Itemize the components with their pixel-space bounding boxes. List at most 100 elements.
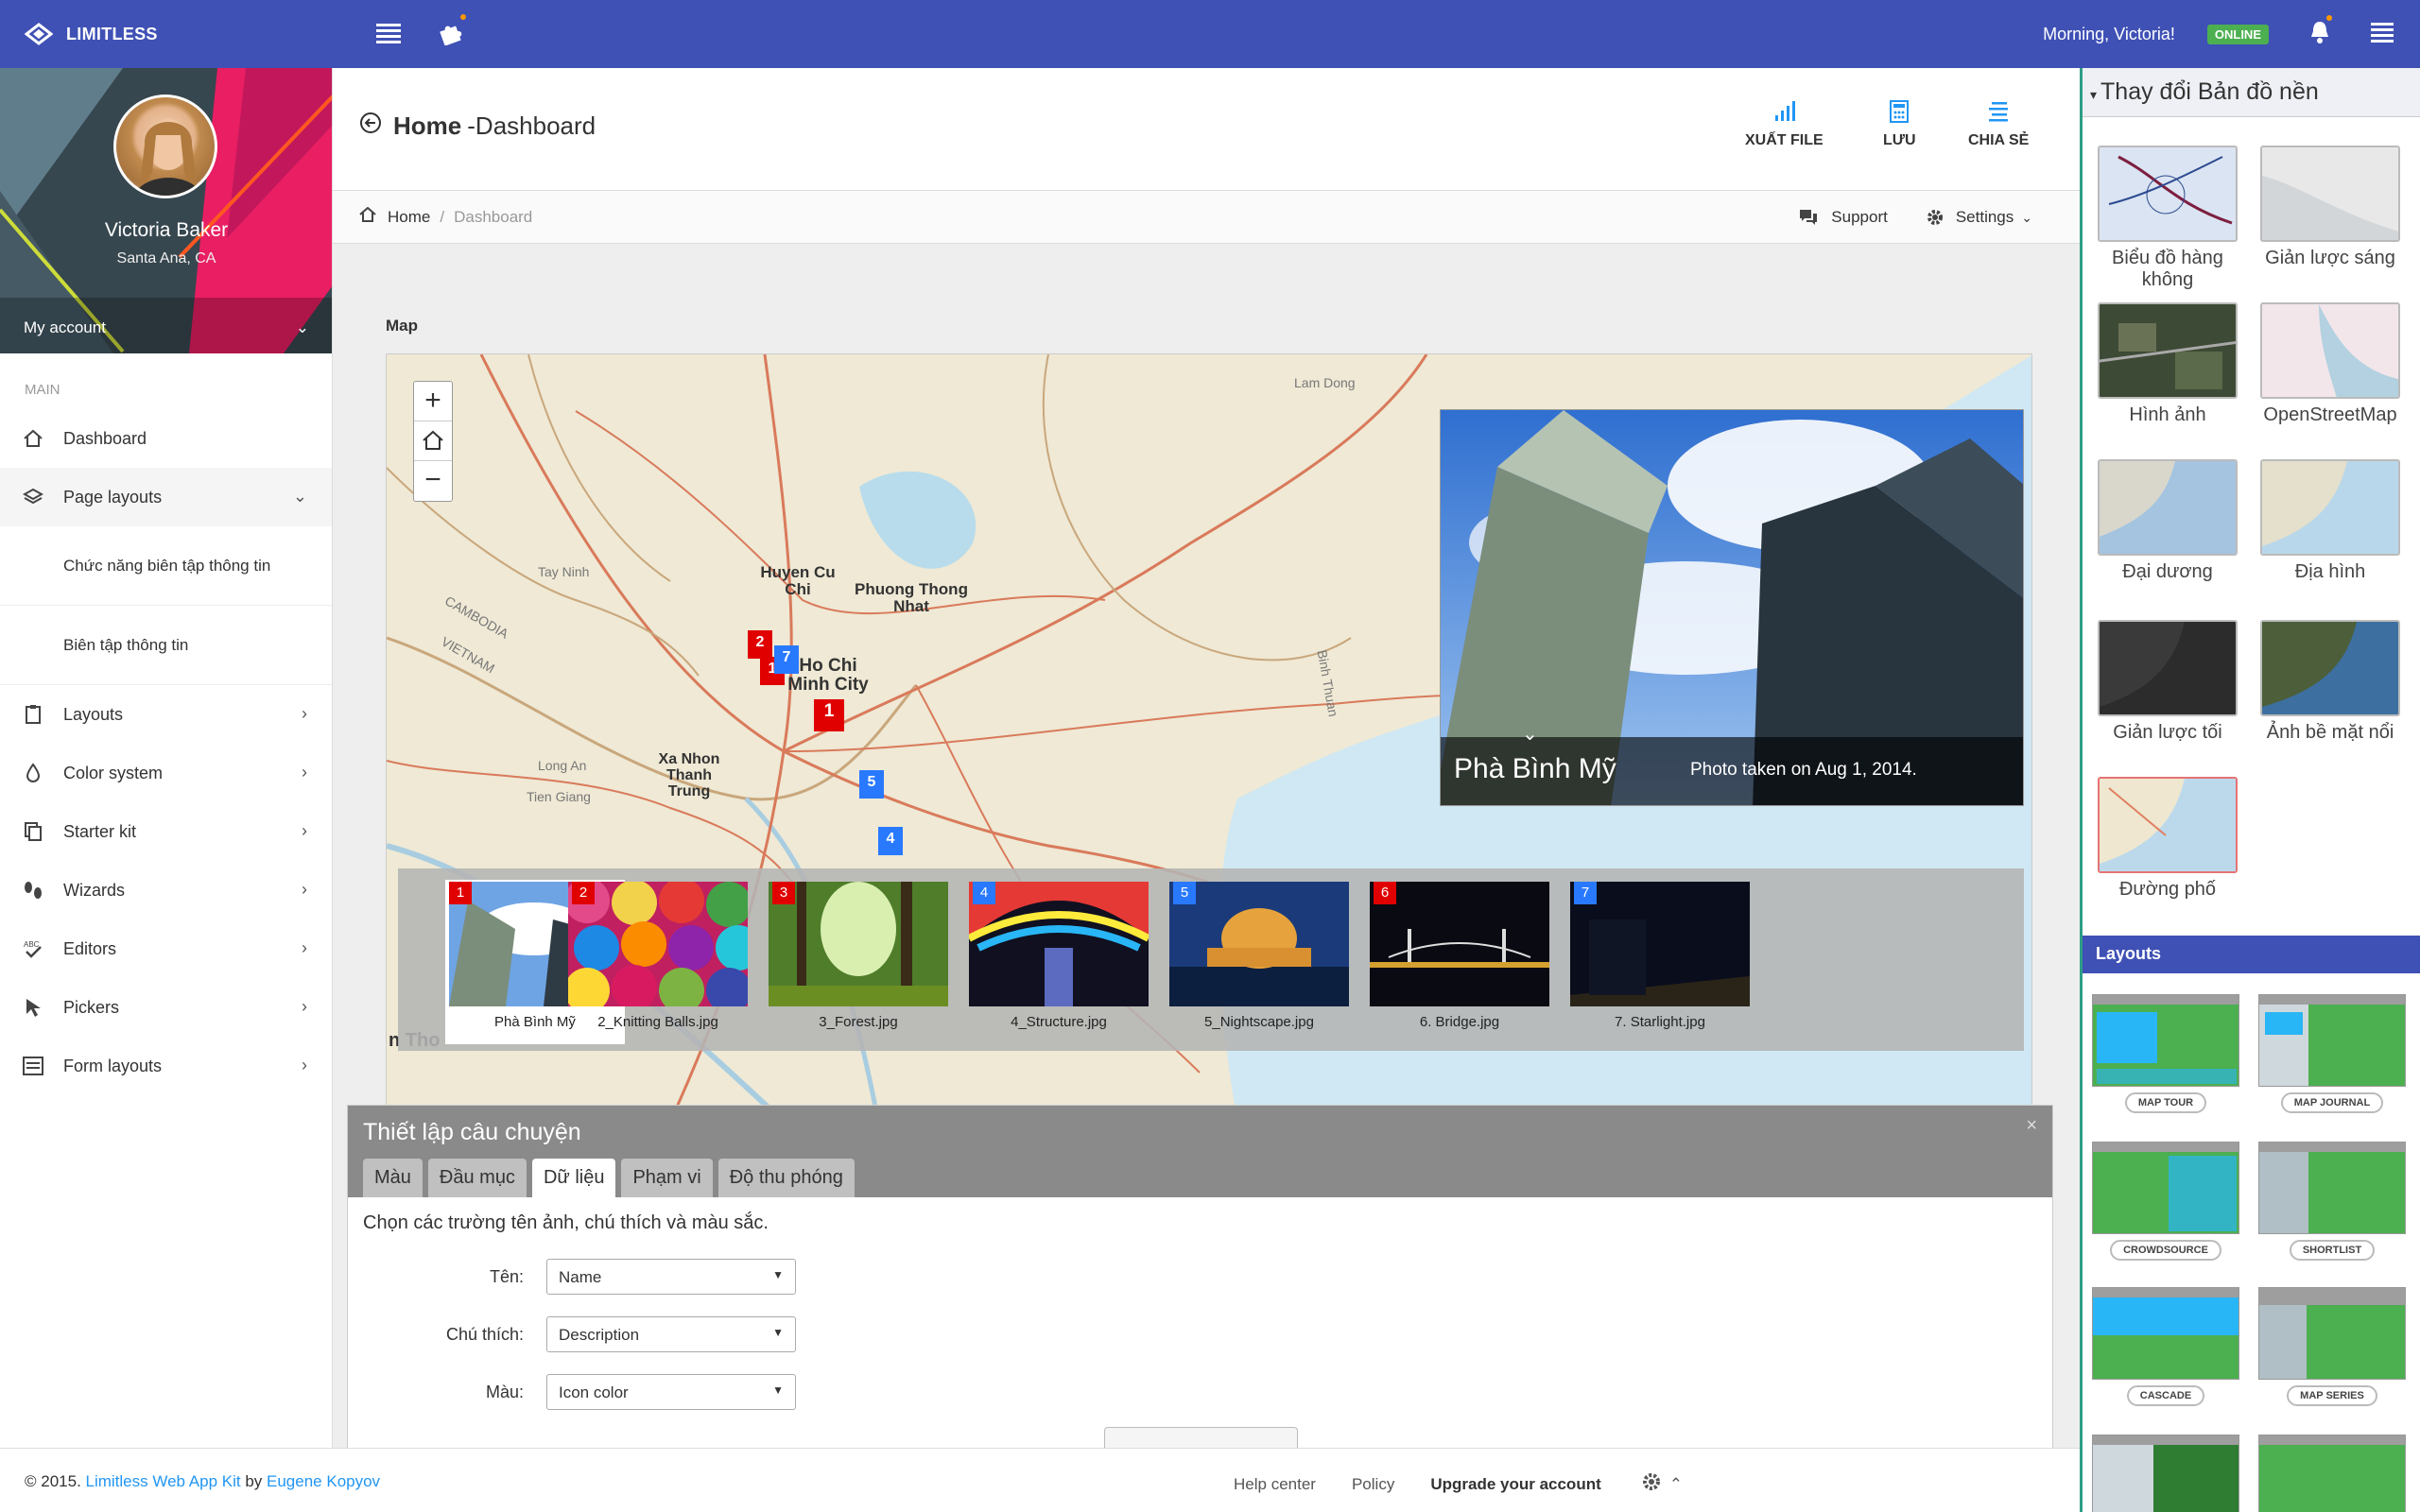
gear-icon xyxy=(1927,210,1943,225)
basemap-thumbnail xyxy=(2260,620,2400,716)
my-account-toggle[interactable]: My account ⌄ xyxy=(0,298,332,353)
options-menu-icon[interactable] xyxy=(2371,22,2394,47)
sidebar-item-editors[interactable]: ABC Editors › xyxy=(0,919,332,978)
policy-link[interactable]: Policy xyxy=(1352,1475,1394,1494)
basemap-option[interactable]: OpenStreetMap xyxy=(2247,302,2413,426)
basemap-option[interactable]: Ảnh bề mặt nổi xyxy=(2247,620,2413,744)
export-file-button[interactable]: XUẤT FILE xyxy=(1745,100,1824,149)
layout-name: MAP TOUR xyxy=(2124,1092,2207,1113)
map-place-label: Xa Nhon Thanh Trung xyxy=(658,751,720,799)
sidebar-subitem-edit-functions[interactable]: Chức năng biên tập thông tin xyxy=(0,526,332,606)
basemap-option[interactable]: Đại dương xyxy=(2084,459,2251,583)
carousel-thumb[interactable]: 3 3_Forest.jpg xyxy=(769,880,948,1044)
map-pin[interactable]: 2 xyxy=(748,630,772,659)
menu-toggle-icon[interactable] xyxy=(376,23,401,48)
basemap-option[interactable]: Giản lược tối xyxy=(2084,620,2251,744)
chevron-right-icon: › xyxy=(302,997,307,1016)
zoom-in-button[interactable]: + xyxy=(414,382,452,421)
layout-option[interactable]: MAP JOURNAL xyxy=(2249,994,2415,1113)
puzzle-icon[interactable] xyxy=(437,13,467,50)
caption-field-select[interactable]: Description ▼ xyxy=(546,1316,796,1352)
map-pin[interactable]: 5 xyxy=(859,770,884,799)
layout-option[interactable]: SHORTLIST xyxy=(2249,1142,2415,1261)
basemap-option[interactable]: Giản lược sáng xyxy=(2247,146,2413,269)
field-label: Chú thích: xyxy=(445,1324,524,1344)
tab-extent[interactable]: Phạm vi xyxy=(621,1159,713,1197)
reset-button[interactable] xyxy=(1104,1427,1298,1450)
carousel-thumb[interactable]: 6 6. Bridge.jpg xyxy=(1370,880,1549,1044)
tab-color[interactable]: Màu xyxy=(363,1159,423,1197)
map-pin[interactable]: 1 xyxy=(814,699,844,731)
basemap-option[interactable]: Địa hình xyxy=(2247,459,2413,583)
basemap-option-selected[interactable]: Đường phố xyxy=(2084,777,2251,901)
save-label: LƯU xyxy=(1883,132,1916,148)
zoom-out-button[interactable]: − xyxy=(414,461,452,501)
kit-link[interactable]: Limitless Web App Kit xyxy=(86,1472,241,1490)
layout-option[interactable]: MAP TOUR xyxy=(2083,994,2249,1113)
map-place-label: Tien Giang xyxy=(527,789,591,804)
basemap-panel-header[interactable]: ▾ Thay đổi Bản đồ nền xyxy=(2083,68,2420,117)
map-view[interactable]: Huyen Cu Chi Phuong Thong Nhat Ho Chi Mi… xyxy=(386,353,2032,1121)
layout-option[interactable]: CASCADE xyxy=(2083,1287,2249,1406)
settings-label: Settings xyxy=(1955,208,2014,226)
breadcrumb-home[interactable]: Home xyxy=(388,208,430,227)
basemap-option[interactable]: Hình ảnh xyxy=(2084,302,2251,426)
layout-option[interactable]: CROWDSOURCE xyxy=(2083,1142,2249,1261)
sidebar-item-layouts[interactable]: Layouts › xyxy=(0,685,332,744)
chevron-right-icon: › xyxy=(302,880,307,899)
layout-name: MAP SERIES xyxy=(2287,1385,2377,1406)
save-button[interactable]: LƯU xyxy=(1883,100,1916,149)
share-button[interactable]: CHIA SẺ xyxy=(1968,100,2029,149)
bell-icon[interactable] xyxy=(2308,13,2333,49)
back-arrow-icon[interactable] xyxy=(359,112,382,141)
help-center-link[interactable]: Help center xyxy=(1234,1475,1316,1494)
layout-name: CROWDSOURCE xyxy=(2110,1240,2221,1261)
sidebar-item-page-layouts[interactable]: Page layouts ⌄ xyxy=(0,468,332,526)
close-icon[interactable]: × xyxy=(2026,1115,2037,1137)
carousel-thumb[interactable]: 4 4_Structure.jpg xyxy=(969,880,1149,1044)
basemap-name: OpenStreetMap xyxy=(2263,404,2397,425)
sidebar-item-dashboard[interactable]: Dashboard xyxy=(0,409,332,468)
settings-dropdown[interactable]: Settings ⌄ xyxy=(1926,208,2032,227)
sidebar-item-form-layouts[interactable]: Form layouts › xyxy=(0,1037,332,1095)
sidebar-item-starter-kit[interactable]: Starter kit › xyxy=(0,802,332,861)
sidebar-item-wizards[interactable]: Wizards › xyxy=(0,861,332,919)
featured-photo-caption: ⌄ Phà Bình Mỹ Photo taken on Aug 1, 2014… xyxy=(1441,724,2023,805)
gear-icon[interactable] xyxy=(1641,1471,1662,1497)
home-extent-button[interactable] xyxy=(414,421,452,461)
carousel-thumb[interactable]: 2 2_Knitting Balls.jpg xyxy=(568,880,748,1044)
upgrade-account-link[interactable]: Upgrade your account xyxy=(1430,1475,1600,1494)
brand-logo[interactable]: LIMITLESS xyxy=(25,23,158,45)
support-link[interactable]: Support xyxy=(1799,208,1888,227)
chevron-up-icon[interactable]: ⌃ xyxy=(1669,1475,1683,1494)
chevron-down-icon[interactable]: ⌄ xyxy=(1522,722,1538,746)
carousel-thumb[interactable]: 5 5_Nightscape.jpg xyxy=(1169,880,1349,1044)
basemap-name: Giản lược sáng xyxy=(2265,248,2395,268)
field-row-name: Tên: Name ▼ xyxy=(348,1259,796,1295)
map-pin[interactable]: 4 xyxy=(878,827,903,855)
map-zoom-controls: + − xyxy=(413,381,453,502)
tab-zoom[interactable]: Độ thu phóng xyxy=(717,1159,855,1197)
export-file-label: XUẤT FILE xyxy=(1745,132,1824,148)
my-account-label: My account xyxy=(24,318,106,336)
author-link[interactable]: Eugene Kopyov xyxy=(267,1472,380,1490)
notification-dot xyxy=(2325,13,2333,22)
carousel-thumb[interactable]: 7 7. Starlight.jpg xyxy=(1570,880,1750,1044)
color-field-select[interactable]: Icon color ▼ xyxy=(546,1374,796,1410)
map-pin[interactable]: 7 xyxy=(774,645,799,674)
layout-option[interactable] xyxy=(2083,1435,2249,1512)
featured-photo[interactable]: ⌄ Phà Bình Mỹ Photo taken on Aug 1, 2014… xyxy=(1440,409,2024,806)
map-panel-title: Map xyxy=(386,317,418,335)
sidebar-subitem-edit-info[interactable]: Biên tập thông tin xyxy=(0,606,332,685)
avatar[interactable] xyxy=(113,94,217,198)
layout-option[interactable]: MAP SERIES xyxy=(2249,1287,2415,1406)
layout-option[interactable] xyxy=(2249,1435,2415,1512)
sidebar-item-pickers[interactable]: Pickers › xyxy=(0,978,332,1037)
tab-data[interactable]: Dữ liệu xyxy=(531,1159,616,1197)
tab-header[interactable]: Đầu mục xyxy=(427,1159,527,1197)
name-field-select[interactable]: Name ▼ xyxy=(546,1259,796,1295)
pointer-icon xyxy=(23,997,43,1018)
support-label: Support xyxy=(1831,208,1888,226)
basemap-option[interactable]: Biểu đồ hàng không xyxy=(2084,146,2251,291)
sidebar-item-color-system[interactable]: Color system › xyxy=(0,744,332,802)
